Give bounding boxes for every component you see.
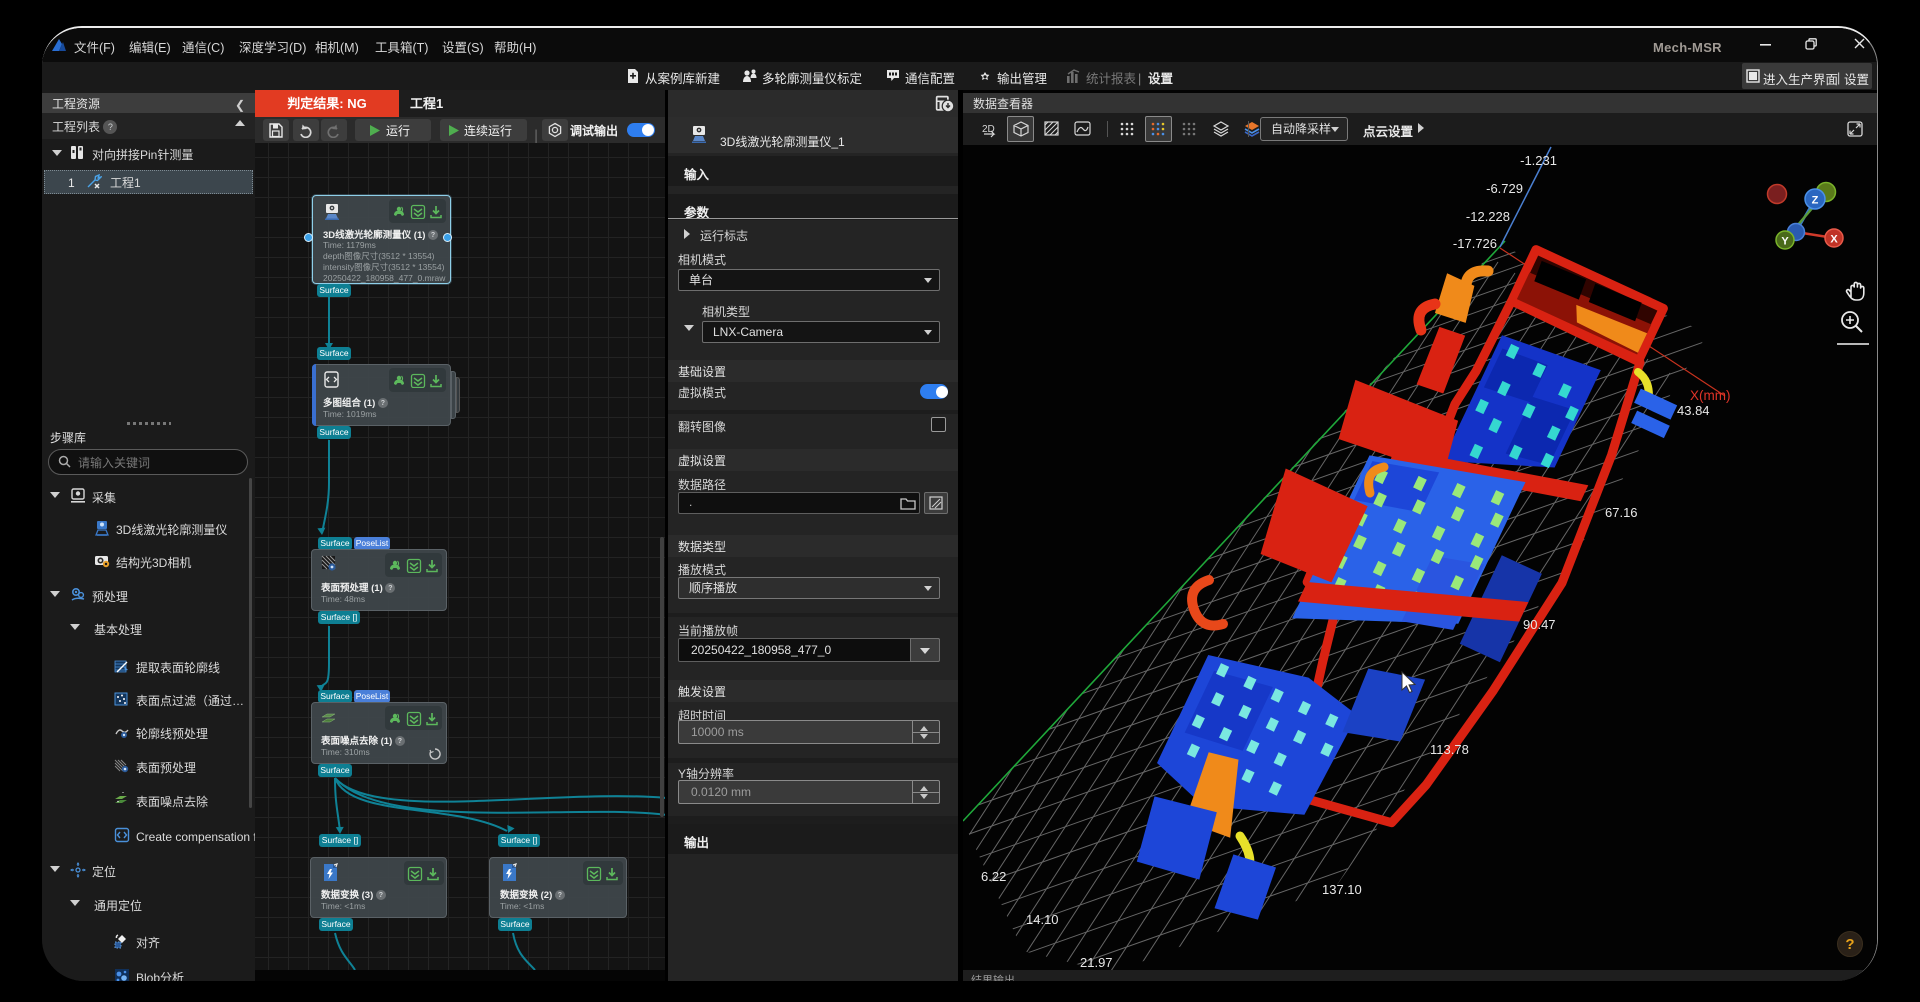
svg-text:-1.231: -1.231 (1520, 153, 1557, 168)
svg-text:67.16: 67.16 (1605, 505, 1638, 520)
svg-text:-12.228: -12.228 (1466, 209, 1510, 224)
svg-text:90.47: 90.47 (1523, 617, 1556, 632)
svg-text:-17.726: -17.726 (1453, 236, 1497, 251)
svg-text:14.10: 14.10 (1026, 912, 1059, 927)
svg-text:21.97: 21.97 (1080, 955, 1113, 970)
svg-text:X: X (1830, 234, 1838, 246)
svg-text:Z: Z (1812, 195, 1819, 207)
svg-text:Y: Y (1781, 236, 1789, 248)
svg-text:113.78: 113.78 (1430, 742, 1469, 757)
svg-text:43.84: 43.84 (1677, 403, 1710, 418)
svg-text:6.22: 6.22 (981, 869, 1006, 884)
svg-text:137.10: 137.10 (1322, 882, 1362, 897)
svg-text:-6.729: -6.729 (1486, 181, 1523, 196)
svg-text:X(mm): X(mm) (1690, 388, 1731, 403)
